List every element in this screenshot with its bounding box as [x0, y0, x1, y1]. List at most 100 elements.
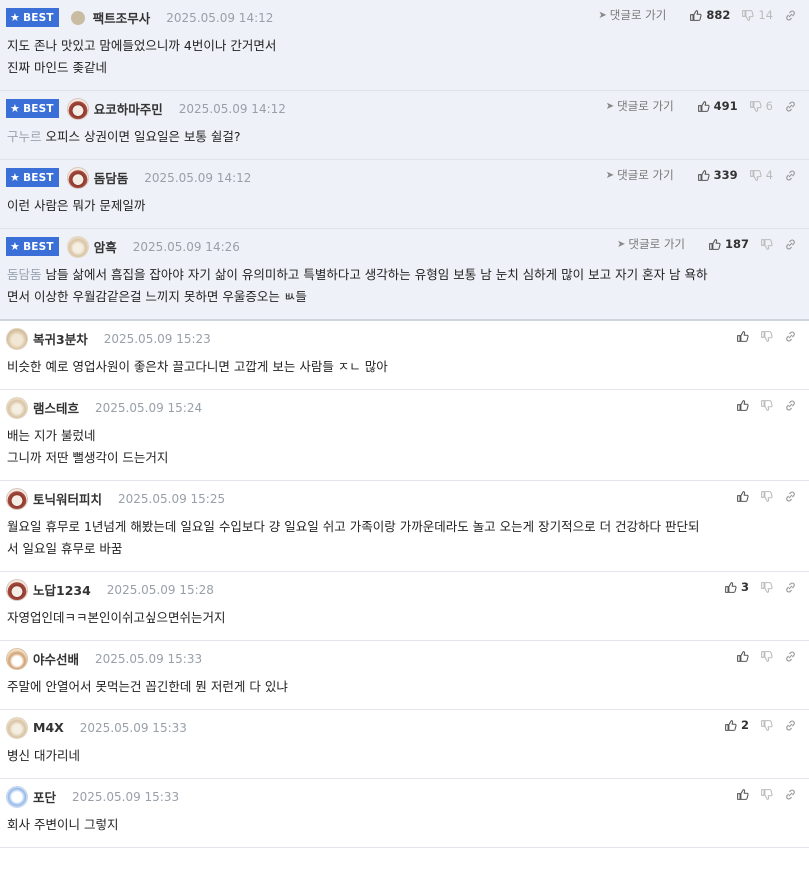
nickname[interactable]: 노답1234 — [33, 580, 91, 599]
comment-text: 오피스 상권이면 일요일은 보통 쉴걸? — [45, 129, 241, 144]
comment-date: 2025.05.09 15:24 — [95, 400, 203, 415]
avatar[interactable] — [6, 487, 28, 510]
downvote-button[interactable] — [760, 650, 773, 663]
comment-body: 자영업인데ㅋㅋ본인이쉬고싶으면쉬는거지 — [0, 607, 809, 640]
copy-link-button[interactable] — [784, 100, 797, 113]
comment-text-line: 그니까 저딴 뻘생각이 드는거지 — [7, 447, 801, 469]
downvote-button[interactable]: 4 — [749, 168, 773, 182]
avatar[interactable] — [6, 396, 28, 419]
downvote-button[interactable] — [760, 399, 773, 412]
downvote-button[interactable] — [760, 719, 773, 732]
copy-link-button[interactable] — [784, 581, 797, 594]
nickname[interactable]: 복귀3분차 — [33, 329, 88, 348]
downvote-button[interactable] — [760, 581, 773, 594]
go-to-reply-link[interactable]: ➤ 댓글로 가기 — [606, 98, 674, 114]
comment-text-line: 비슷한 예로 영업사원이 좋은차 끌고다니면 고깝게 보는 사람들 ㅈㄴ 많아 — [7, 356, 801, 378]
copy-link-button[interactable] — [784, 238, 797, 251]
go-to-reply-link[interactable]: ➤ 댓글로 가기 — [617, 236, 685, 252]
copy-link-button[interactable] — [784, 719, 797, 732]
avatar[interactable] — [6, 327, 28, 350]
copy-link-button[interactable] — [784, 650, 797, 663]
nickname[interactable]: 요코하마주민 — [94, 99, 163, 118]
go-to-reply-label: 댓글로 가기 — [617, 168, 674, 182]
avatar[interactable] — [6, 578, 28, 601]
comment-item: 포단 2025.05.09 15:33 회사 주변이니 그렇지 — [0, 779, 809, 848]
avatar[interactable] — [70, 10, 85, 25]
comment-text-line: 병신 대가리네 — [7, 745, 801, 767]
comment-actions: 2 — [713, 717, 797, 733]
nickname[interactable]: 암흑 — [94, 237, 117, 256]
upvote-button[interactable]: 491 — [697, 99, 738, 113]
comment-text: 면서 이상한 우월감같은걸 느끼지 못하면 우울증오는 ㅄ들 — [7, 289, 307, 304]
upvote-button[interactable] — [736, 330, 749, 343]
copy-link-button[interactable] — [784, 9, 797, 22]
downvote-button[interactable] — [760, 238, 773, 251]
comment-date: 2025.05.09 14:26 — [132, 239, 240, 254]
comment-text: 진짜 마인드 좆같네 — [7, 60, 107, 75]
comment-actions: ➤ 댓글로 가기 491 6 — [606, 98, 797, 114]
comment-text-line: 진짜 마인드 좆같네 — [7, 57, 801, 79]
avatar[interactable] — [66, 166, 89, 189]
comment-text: 지도 존나 맛있고 맘에들었으니까 4번이나 간거면서 — [7, 38, 277, 53]
comment-body: 비슷한 예로 영업사원이 좋은차 끌고다니면 고깝게 보는 사람들 ㅈㄴ 많아 — [0, 356, 809, 389]
copy-link-button[interactable] — [784, 399, 797, 412]
comment-header: M4X 2025.05.09 15:33 — [0, 710, 809, 745]
go-to-reply-link[interactable]: ➤ 댓글로 가기 — [606, 167, 674, 183]
star-icon: ★ — [10, 11, 21, 24]
copy-link-button[interactable] — [784, 169, 797, 182]
comment-header: 토닉워터피치 2025.05.09 15:25 — [0, 481, 809, 516]
nickname[interactable]: 돔담돔 — [94, 168, 129, 187]
downvote-button[interactable]: 14 — [741, 8, 773, 22]
upvote-button[interactable] — [736, 490, 749, 503]
star-icon: ★ — [10, 171, 21, 184]
downvote-button[interactable] — [760, 788, 773, 801]
nickname[interactable]: 팩트조무사 — [93, 8, 151, 27]
downvote-count: 6 — [765, 99, 773, 113]
upvote-button[interactable]: 339 — [697, 168, 738, 182]
downvote-button[interactable] — [760, 330, 773, 343]
comment-actions: ➤ 댓글로 가기 339 4 — [606, 167, 797, 183]
avatar[interactable] — [6, 716, 28, 739]
nickname[interactable]: 램스테흐 — [33, 398, 79, 417]
comment-actions: ➤ 댓글로 가기 882 14 — [598, 7, 797, 23]
comment-actions — [725, 786, 797, 802]
go-to-reply-label: 댓글로 가기 — [617, 99, 674, 113]
upvote-button[interactable]: 2 — [724, 718, 749, 732]
downvote-button[interactable] — [760, 490, 773, 503]
send-arrow-icon: ➤ — [617, 238, 626, 250]
copy-link-button[interactable] — [784, 788, 797, 801]
comment-date: 2025.05.09 14:12 — [166, 10, 274, 25]
comment-item: 노답1234 2025.05.09 15:28 3 자영업인데ㅋㅋ본인이쉬고싶으면쉬는… — [0, 572, 809, 641]
comment-text: 회사 주변이니 그렇지 — [7, 817, 119, 832]
copy-link-button[interactable] — [784, 330, 797, 343]
thumbs-up-icon — [708, 238, 721, 251]
comment-text-line: 구누르 오피스 상권이면 일요일은 보통 쉴걸? — [7, 126, 801, 148]
upvote-button[interactable] — [736, 650, 749, 663]
downvote-button[interactable]: 6 — [749, 99, 773, 113]
go-to-reply-link[interactable]: ➤ 댓글로 가기 — [598, 7, 666, 23]
upvote-button[interactable] — [736, 399, 749, 412]
thumbs-up-icon — [736, 399, 749, 412]
avatar[interactable] — [6, 647, 28, 670]
avatar[interactable] — [66, 97, 89, 120]
avatar[interactable] — [6, 785, 28, 808]
comment-date: 2025.05.09 15:28 — [106, 582, 214, 597]
go-to-reply-label: 댓글로 가기 — [628, 237, 685, 251]
link-icon — [784, 169, 797, 182]
upvote-button[interactable]: 187 — [708, 237, 749, 251]
nickname[interactable]: 야수선배 — [33, 649, 79, 668]
upvote-button[interactable]: 882 — [689, 8, 730, 22]
thumbs-down-icon — [760, 399, 773, 412]
nickname[interactable]: 포단 — [33, 787, 56, 806]
upvote-button[interactable]: 3 — [724, 580, 749, 594]
avatar[interactable] — [66, 235, 89, 258]
comment-date: 2025.05.09 14:12 — [144, 170, 252, 185]
reply-mention[interactable]: 돔담돔 — [7, 267, 42, 282]
nickname[interactable]: 토닉워터피치 — [33, 489, 102, 508]
reply-mention[interactable]: 구누르 — [7, 129, 42, 144]
thumbs-down-icon — [760, 719, 773, 732]
copy-link-button[interactable] — [784, 490, 797, 503]
nickname[interactable]: M4X — [33, 720, 64, 735]
upvote-button[interactable] — [736, 788, 749, 801]
best-label: BEST — [23, 240, 54, 253]
